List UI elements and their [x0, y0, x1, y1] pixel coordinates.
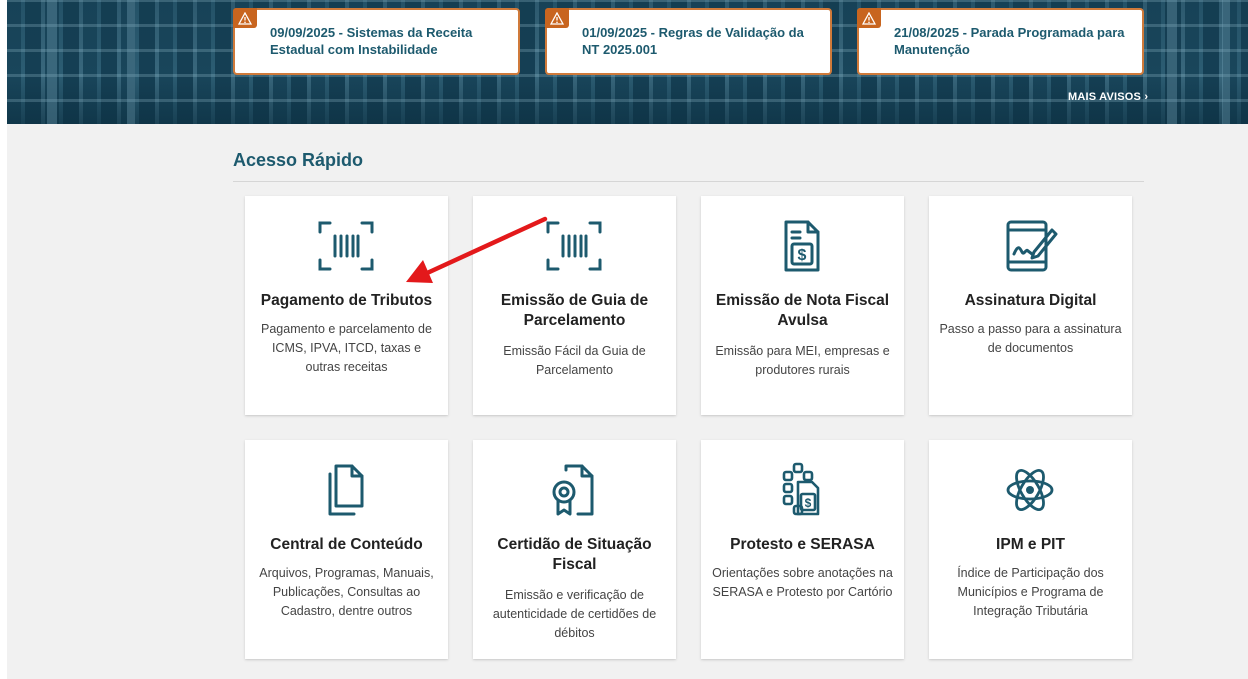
warning-icon [233, 8, 257, 28]
card-pagamento-tributos[interactable]: Pagamento de Tributos Pagamento e parcel… [245, 196, 448, 415]
card-description: Orientações sobre anotações na SERASA e … [712, 566, 893, 599]
tablet-signature-icon [1006, 220, 1058, 272]
barcode-icon [318, 221, 374, 271]
card-title: Pagamento de Tributos [260, 292, 433, 309]
notice-card[interactable]: 21/08/2025 - Parada Programada para Manu… [857, 8, 1144, 75]
card-title: Protesto e SERASA [730, 536, 875, 553]
card-certidao-situacao-fiscal[interactable]: Certidão de Situação Fiscal Emissão e ve… [473, 440, 676, 659]
section-title: Acesso Rápido [233, 150, 364, 170]
card-description: Emissão Fácil da Guia de Parcelamento [503, 344, 646, 377]
protest-dollar-icon: $ [782, 462, 820, 516]
notice-text: 21/08/2025 - Parada Programada para Manu… [894, 25, 1125, 57]
card-title: Emissão de Nota Fiscal Avulsa [715, 292, 890, 329]
card-protesto-serasa[interactable]: $ Protesto e SERASA Orientações sobre an… [701, 440, 904, 659]
card-central-conteudo[interactable]: Central de Conteúdo Arquivos, Programas,… [245, 440, 448, 659]
svg-text:$: $ [798, 247, 807, 264]
card-title: Emissão de Guia de Parcelamento [500, 292, 649, 329]
certificate-icon [552, 464, 594, 516]
card-title: Central de Conteúdo [270, 536, 423, 553]
notice-card[interactable]: 09/09/2025 - Sistemas da Receita Estadua… [233, 8, 520, 75]
atom-icon [1006, 469, 1054, 511]
barcode-icon [546, 221, 602, 271]
card-description: Emissão para MEI, empresas e produtores … [715, 344, 890, 377]
card-description: Pagamento e parcelamento de ICMS, IPVA, … [261, 322, 432, 374]
card-nota-fiscal-avulsa[interactable]: $ Emissão de Nota Fiscal Avulsa Emissão … [701, 196, 904, 415]
card-title: Assinatura Digital [964, 292, 1097, 309]
card-ipm-pit[interactable]: IPM e PIT Índice de Participação dos Mun… [929, 440, 1132, 659]
card-description: Índice de Participação dos Municípios e … [957, 566, 1104, 618]
notice-text: 09/09/2025 - Sistemas da Receita Estadua… [270, 25, 473, 57]
card-title: IPM e PIT [996, 536, 1065, 553]
card-description: Arquivos, Programas, Manuais, Publicaçõe… [259, 566, 434, 618]
card-guia-parcelamento[interactable]: Emissão de Guia de Parcelamento Emissão … [473, 196, 676, 415]
more-notices-link[interactable]: MAIS AVISOS › [1068, 91, 1148, 103]
section-divider [233, 181, 1144, 182]
card-assinatura-digital[interactable]: Assinatura Digital Passo a passo para a … [929, 196, 1132, 415]
warning-icon [857, 8, 881, 28]
card-description: Passo a passo para a assinatura de docum… [939, 322, 1122, 355]
notice-text: 01/09/2025 - Regras de Validação da NT 2… [582, 25, 804, 57]
card-title: Certidão de Situação Fiscal [497, 536, 652, 573]
invoice-dollar-icon: $ [784, 220, 820, 272]
warning-icon [545, 8, 569, 28]
card-description: Emissão e verificação de autenticidade d… [492, 588, 657, 640]
documents-icon [328, 464, 364, 516]
notice-card[interactable]: 01/09/2025 - Regras de Validação da NT 2… [545, 8, 832, 75]
svg-text:$: $ [805, 496, 812, 510]
